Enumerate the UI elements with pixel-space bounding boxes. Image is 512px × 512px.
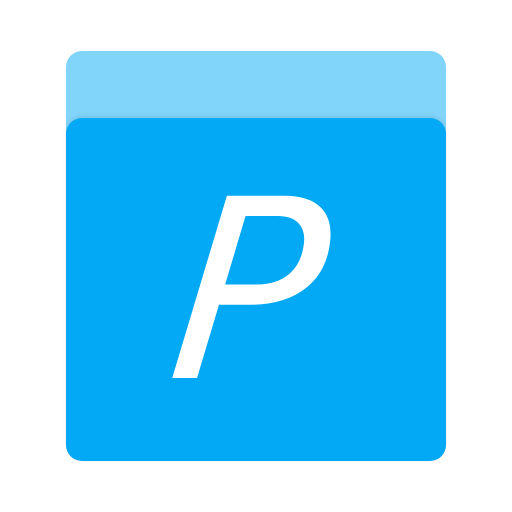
letter-p-glyph: P xyxy=(159,145,341,437)
icon-canvas: P xyxy=(0,0,512,512)
p-app-icon: P xyxy=(66,118,446,461)
